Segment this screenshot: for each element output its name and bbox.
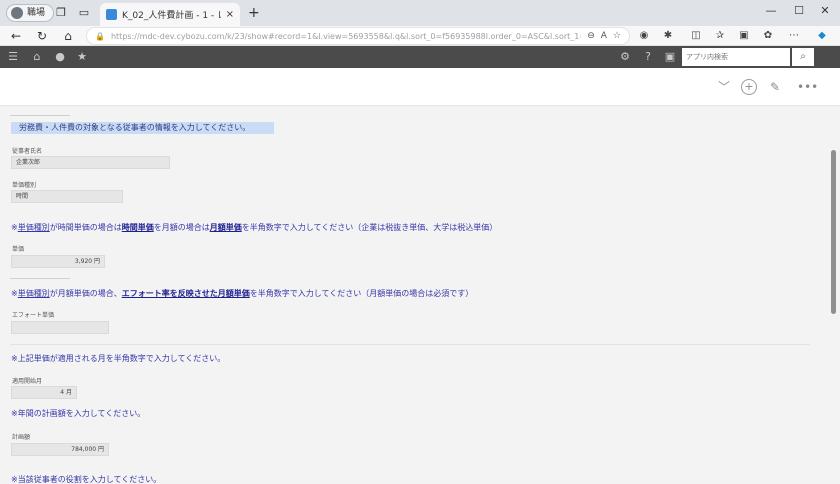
settings-gear-icon[interactable]: ⚙ <box>618 50 632 64</box>
note-role: ※当該従事者の役割を入力してください。 <box>11 475 162 484</box>
add-record-icon[interactable]: + <box>741 79 757 95</box>
note-unit-price: ※単価種別が時間単価の場合は時間単価を月額の場合は月額単価を半角数字で入力してく… <box>11 223 498 232</box>
record-toolbar: ﹀ + ✎ ••• <box>0 68 840 106</box>
zoom-icon[interactable]: ⊖ <box>587 31 595 41</box>
extension-icon[interactable]: ◉ <box>636 28 652 44</box>
start-month-label: 適用開始月 <box>12 378 43 385</box>
split-screen-icon[interactable]: ◫ <box>688 28 704 44</box>
search-icon[interactable]: ⌕ <box>792 48 814 66</box>
employee-name-label: 従事者氏名 <box>12 148 43 155</box>
maximize-button[interactable]: ☐ <box>790 4 808 17</box>
unit-price-field: 3,920 円 <box>11 255 105 268</box>
record-content: 労務費・人件費の対象となる従事者の情報を入力してください。 従事者氏名 企業次郎… <box>0 106 826 484</box>
refresh-icon[interactable]: ↻ <box>34 28 50 44</box>
tab-title: K_02_人件費計画 - 1 - レコードの詳細 <box>122 11 221 21</box>
note-annual-plan: ※年間の計画額を入力してください。 <box>11 409 146 418</box>
profile-label: 職場 <box>27 8 46 18</box>
profile-button[interactable]: 職場 <box>6 4 55 22</box>
divider <box>10 115 70 116</box>
favorites-icon[interactable]: ✰ <box>712 28 728 44</box>
edge-copilot-icon[interactable]: ◆ <box>814 28 830 44</box>
extensions-puzzle-icon[interactable]: ✱ <box>660 28 676 44</box>
tab-close-icon[interactable]: × <box>226 9 234 20</box>
note-effort-price: ※単価種別が月額単価の場合、エフォート率を反映させた月額単価を半角数字で入力して… <box>11 289 474 298</box>
more-menu-icon[interactable]: ⋯ <box>786 28 802 44</box>
unit-type-link[interactable]: 単価種別 <box>18 223 50 232</box>
favorite-star-icon[interactable]: ☆ <box>613 31 621 41</box>
lock-icon: 🔒 <box>95 31 105 41</box>
read-aloud-icon[interactable]: A <box>601 31 607 41</box>
start-month-field: 4 月 <box>11 386 77 399</box>
avatar-icon <box>11 7 23 19</box>
kintone-header: ☰ ⌂ ● ★ ⚙ ? ▣ アプリ内検索 ⌕ <box>0 46 840 68</box>
effort-price-label: エフォート単価 <box>12 312 55 319</box>
address-bar-row: ← ↻ ⌂ 🔒 https://mdc-dev.cybozu.com/k/23/… <box>0 26 840 46</box>
help-icon[interactable]: ? <box>641 50 655 64</box>
divider <box>10 278 70 279</box>
copilot-extension-icon[interactable]: ✿ <box>760 28 776 44</box>
app-search-input[interactable]: アプリ内検索 <box>682 48 790 66</box>
favorites-star-icon[interactable]: ★ <box>75 50 89 64</box>
scrollbar-thumb[interactable] <box>831 150 836 314</box>
close-window-button[interactable]: ✕ <box>816 4 834 17</box>
plan-amount-label: 計画額 <box>12 434 31 441</box>
address-bar[interactable]: 🔒 https://mdc-dev.cybozu.com/k/23/show#r… <box>86 27 630 45</box>
new-tab-button[interactable]: + <box>248 5 260 21</box>
employee-name-field: 企業次郎 <box>11 156 170 169</box>
workspaces-icon[interactable]: ❐ <box>54 6 68 20</box>
kintone-favicon-icon <box>106 9 117 20</box>
browser-tab-strip: 職場 ❐ ▭ K_02_人件費計画 - 1 - レコードの詳細 × + — ☐ … <box>0 0 840 26</box>
scrollbar[interactable] <box>826 106 840 484</box>
divider <box>10 344 810 345</box>
unit-type-field: 時間 <box>11 190 123 203</box>
section-banner: 労務費・人件費の対象となる従事者の情報を入力してください。 <box>11 122 274 134</box>
effort-price-field <box>11 321 109 334</box>
unit-type-link-2[interactable]: 単価種別 <box>18 289 50 298</box>
tab-actions-icon[interactable]: ▭ <box>77 6 91 20</box>
more-options-icon[interactable]: ••• <box>797 79 818 95</box>
portal-home-icon[interactable]: ⌂ <box>30 50 44 64</box>
unit-type-label: 単価種別 <box>12 182 37 189</box>
note-start-month: ※上記単価が適用される月を半角数字で入力してください。 <box>11 354 226 363</box>
chevron-down-icon[interactable]: ﹀ <box>716 79 732 95</box>
collections-icon[interactable]: ▣ <box>736 28 752 44</box>
unit-price-label: 単価 <box>12 246 25 253</box>
back-arrow-icon[interactable]: ← <box>8 28 24 44</box>
url-text: https://mdc-dev.cybozu.com/k/23/show#rec… <box>110 31 582 41</box>
plan-amount-field: 784,000 円 <box>11 443 109 456</box>
browser-tab-active[interactable]: K_02_人件費計画 - 1 - レコードの詳細 × <box>100 3 240 26</box>
notification-bell-icon[interactable]: ● <box>53 50 67 64</box>
home-icon[interactable]: ⌂ <box>60 28 76 44</box>
menu-hamburger-icon[interactable]: ☰ <box>6 50 20 64</box>
minimize-button[interactable]: — <box>762 4 780 17</box>
user-menu-icon[interactable]: ▣ <box>663 50 677 64</box>
edit-record-icon[interactable]: ✎ <box>767 79 783 95</box>
